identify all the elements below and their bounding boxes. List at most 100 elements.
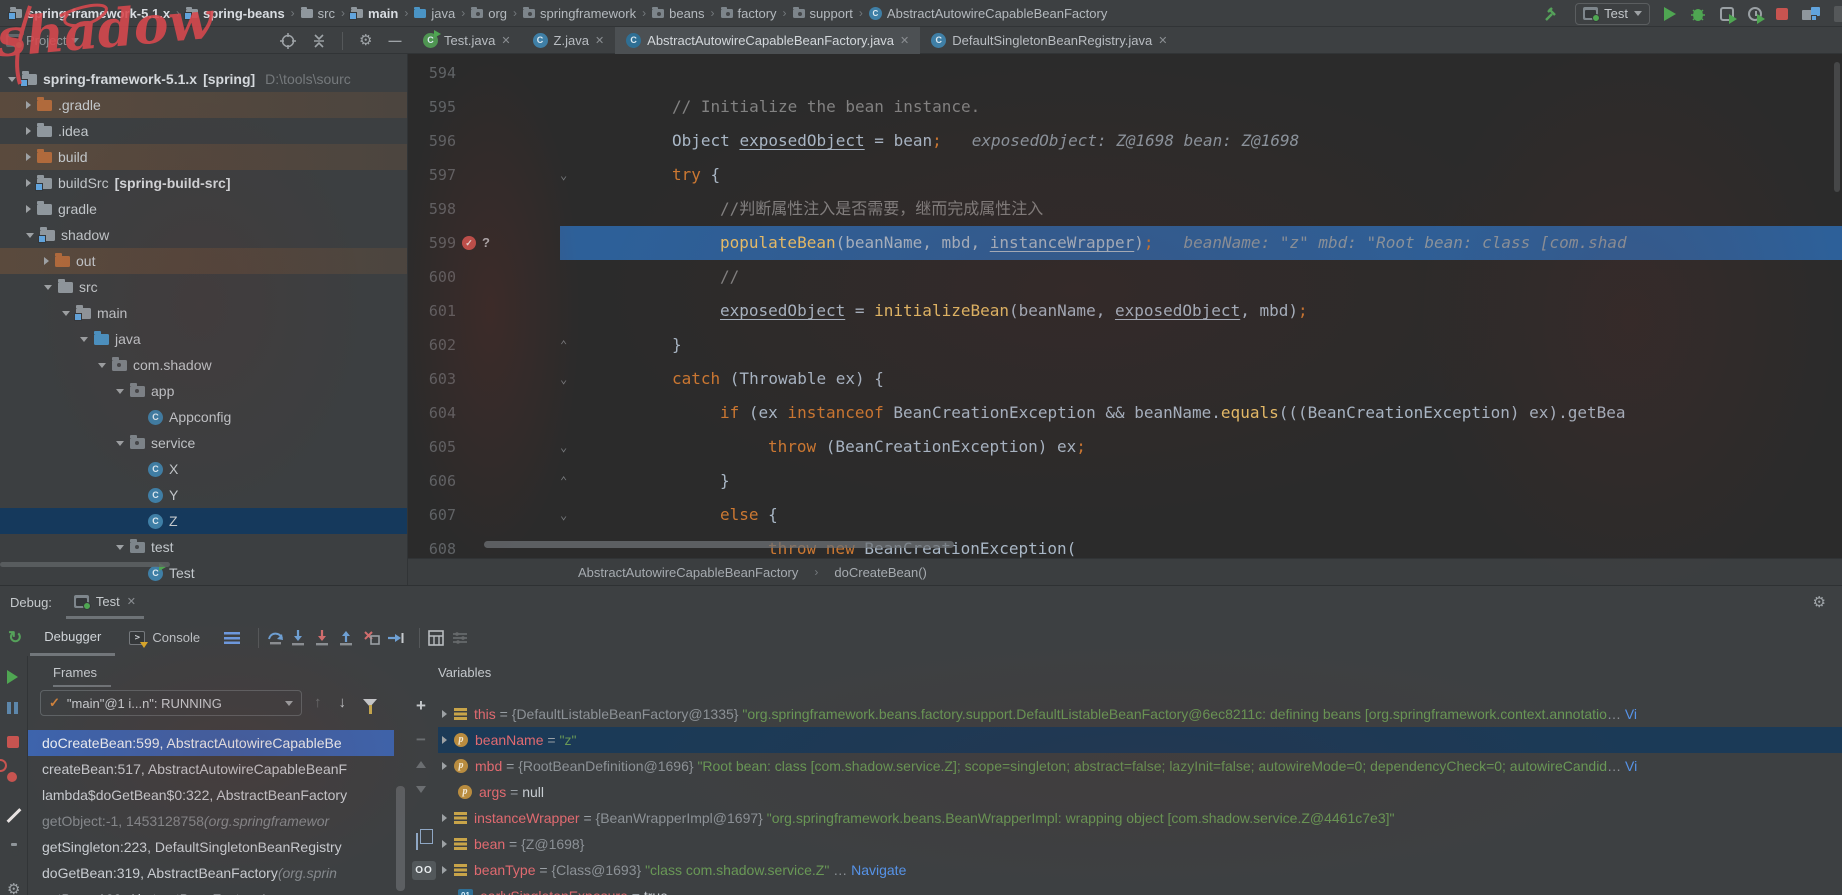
close-icon[interactable]: ✕ bbox=[127, 595, 136, 608]
tree-item-idea-dir[interactable]: .idea bbox=[0, 118, 407, 144]
breadcrumb-class[interactable]: AbstractAutowireCapableBeanFactory bbox=[868, 6, 1107, 21]
expand-icon[interactable] bbox=[442, 736, 447, 744]
gear-icon[interactable]: ⚙ bbox=[359, 33, 372, 48]
tree-item-buildsrc[interactable]: buildSrc [spring-build-src] bbox=[0, 170, 407, 196]
code-text[interactable]: // Initialize the bean instance. bbox=[576, 90, 1842, 124]
line-number[interactable]: 603 bbox=[408, 362, 456, 396]
frame-row[interactable]: getSingleton:223, DefaultSingletonBeanRe… bbox=[28, 834, 394, 860]
line-number[interactable]: 595 bbox=[408, 90, 456, 124]
fold-marker-icon[interactable] bbox=[560, 362, 567, 396]
build-hammer-icon[interactable] bbox=[1543, 5, 1561, 23]
close-icon[interactable]: ✕ bbox=[1158, 34, 1167, 47]
duplicate-watch-icon[interactable] bbox=[416, 833, 418, 850]
thread-selector[interactable]: ✓ "main"@1 i...n": RUNNING bbox=[40, 690, 302, 716]
code-text[interactable]: try { bbox=[576, 158, 1842, 192]
tree-item-out-dir[interactable]: out bbox=[0, 248, 407, 274]
line-number[interactable]: 605 bbox=[408, 430, 456, 464]
code-line[interactable]: 602} bbox=[408, 328, 1842, 362]
code-line[interactable]: 601 exposedObject = initializeBean(beanNa… bbox=[408, 294, 1842, 328]
line-number[interactable]: 594 bbox=[408, 56, 456, 90]
remove-watch-icon[interactable]: − bbox=[416, 730, 426, 750]
tree-item-main-dir[interactable]: main bbox=[0, 300, 407, 326]
chevron-right-icon[interactable] bbox=[44, 257, 49, 265]
code-text[interactable]: populateBean(beanName, mbd, instanceWrap… bbox=[576, 226, 1842, 260]
frame-row-selected[interactable]: doCreateBean:599, AbstractAutowireCapabl… bbox=[28, 730, 394, 756]
breadcrumb-org[interactable]: org bbox=[471, 6, 507, 21]
tree-item-shadow-module[interactable]: shadow bbox=[0, 222, 407, 248]
variable-row-beantype[interactable]: beanType = {Class@1693} "class com.shado… bbox=[438, 857, 1842, 883]
chevron-down-icon[interactable] bbox=[116, 440, 124, 446]
edge-cut-icon[interactable] bbox=[1834, 5, 1842, 22]
line-number[interactable]: 604 bbox=[408, 396, 456, 430]
fold-marker-icon[interactable] bbox=[560, 498, 567, 532]
line-number[interactable]: 598 bbox=[408, 192, 456, 226]
tab-abstract-autowire-capable-bean-factory-java[interactable]: AbstractAutowireCapableBeanFactory.java ✕ bbox=[615, 27, 921, 54]
code-line-current-execution[interactable]: 599? populateBean(beanName, mbd, instance… bbox=[408, 226, 1842, 260]
variable-row-instancewrapper[interactable]: instanceWrapper = {BeanWrapperImpl@1697}… bbox=[438, 805, 1842, 831]
run-to-cursor-icon[interactable] bbox=[387, 630, 411, 646]
tab-test-java[interactable]: Test.java ✕ bbox=[412, 27, 522, 54]
code-text[interactable]: } bbox=[576, 328, 1842, 362]
gear-icon[interactable]: ⚙ bbox=[1813, 595, 1826, 610]
add-watch-icon[interactable]: + bbox=[416, 696, 426, 716]
code-text[interactable]: exposedObject = initializeBean(beanName,… bbox=[576, 294, 1842, 328]
editor-horizontal-scrollbar[interactable] bbox=[484, 541, 954, 548]
breadcrumb-main[interactable]: main bbox=[349, 6, 398, 21]
line-number[interactable]: 600 bbox=[408, 260, 456, 294]
threads-view-icon[interactable] bbox=[224, 631, 241, 644]
tab-default-singleton-bean-registry-java[interactable]: DefaultSingletonBeanRegistry.java ✕ bbox=[920, 27, 1178, 54]
code-text[interactable]: //判断属性注入是否需要，继而完成属性注入 bbox=[576, 192, 1842, 226]
line-number[interactable]: 601 bbox=[408, 294, 456, 328]
breadcrumb-support[interactable]: support bbox=[792, 6, 853, 21]
code-text[interactable]: Object exposedObject = bean; exposedObjec… bbox=[576, 124, 1842, 158]
frame-row[interactable]: getObject:-1, 1453128758 (org.springfram… bbox=[28, 808, 394, 834]
show-watches-glasses-icon[interactable] bbox=[412, 861, 436, 880]
hide-panel-icon[interactable]: — bbox=[388, 33, 401, 48]
force-step-into-icon[interactable] bbox=[315, 629, 339, 646]
frame-row[interactable]: lambda$doGetBean$0:322, AbstractBeanFact… bbox=[28, 782, 394, 808]
breadcrumb-springframework[interactable]: springframework bbox=[523, 6, 636, 21]
breadcrumb-spring-beans[interactable]: spring-beans bbox=[184, 6, 285, 21]
chevron-down-icon[interactable] bbox=[62, 310, 70, 316]
chevron-right-icon[interactable] bbox=[26, 205, 31, 213]
expand-icon[interactable] bbox=[442, 710, 447, 718]
line-number[interactable]: 596 bbox=[408, 124, 456, 158]
tree-item-src-dir[interactable]: src bbox=[0, 274, 407, 300]
variable-row-args[interactable]: args = null bbox=[438, 779, 1842, 805]
code-line[interactable]: 600 // bbox=[408, 260, 1842, 294]
tree-item-gradle-dir[interactable]: gradle bbox=[0, 196, 407, 222]
layout-settings-icon[interactable] bbox=[452, 631, 476, 645]
chevron-down-icon[interactable] bbox=[26, 232, 34, 238]
close-icon[interactable]: ✕ bbox=[900, 34, 909, 47]
expand-icon[interactable] bbox=[442, 866, 447, 874]
chevron-down-icon[interactable] bbox=[80, 336, 88, 342]
expand-icon[interactable] bbox=[442, 762, 447, 770]
tree-item-app-package[interactable]: app bbox=[0, 378, 407, 404]
code-text[interactable]: } bbox=[576, 464, 1842, 498]
breadcrumb-beans[interactable]: beans bbox=[652, 6, 705, 21]
next-frame-icon[interactable]: ↓ bbox=[339, 694, 347, 711]
tree-item-test-package[interactable]: test bbox=[0, 534, 407, 560]
tree-item-service-package[interactable]: service bbox=[0, 430, 407, 456]
code-line[interactable]: 606} bbox=[408, 464, 1842, 498]
breadcrumb-java[interactable]: java bbox=[414, 6, 455, 21]
breadcrumb-src[interactable]: src bbox=[300, 6, 335, 21]
evaluate-grid-icon[interactable] bbox=[428, 629, 452, 646]
resume-program-icon[interactable] bbox=[7, 670, 18, 684]
tab-console[interactable]: Console bbox=[115, 619, 214, 656]
pause-program-icon[interactable] bbox=[7, 702, 18, 714]
chevron-down-icon[interactable] bbox=[8, 76, 16, 82]
project-panel-title[interactable]: Project bbox=[26, 33, 66, 48]
code-text[interactable]: if (ex instanceof BeanCreationException … bbox=[576, 396, 1842, 430]
breakpoint-hit-icon[interactable] bbox=[462, 236, 476, 250]
code-line[interactable]: 598 //判断属性注入是否需要，继而完成属性注入 bbox=[408, 192, 1842, 226]
expand-icon[interactable] bbox=[442, 840, 447, 848]
prev-frame-icon[interactable]: ↑ bbox=[314, 694, 322, 711]
tab-debugger[interactable]: Debugger bbox=[30, 619, 116, 656]
tree-item-x-class[interactable]: X bbox=[0, 456, 407, 482]
rerun-icon[interactable]: ↻ bbox=[8, 628, 22, 648]
chevron-right-icon[interactable] bbox=[26, 179, 31, 187]
expand-icon[interactable] bbox=[442, 814, 447, 822]
variable-row-mbd[interactable]: mbd = {RootBeanDefinition@1696} "Root be… bbox=[438, 753, 1842, 779]
code-line[interactable]: 594 bbox=[408, 56, 1842, 90]
